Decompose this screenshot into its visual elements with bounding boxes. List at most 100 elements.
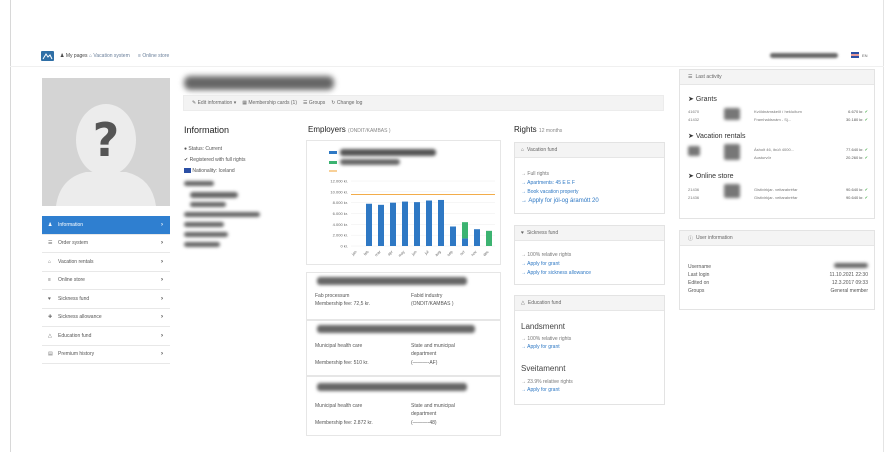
groups-label: Groups (688, 288, 705, 294)
menu-item-label: Premium history (58, 351, 95, 358)
user-menu[interactable] (770, 53, 838, 58)
svg-text:?: ? (93, 113, 120, 167)
panel-header: ⓘ User information (680, 231, 874, 246)
edited-on-label: Edited on (688, 280, 710, 286)
menu-item-vacation-rentals[interactable]: ⌂ Vacation rentals › (42, 253, 170, 272)
grant-id: 41670 (688, 109, 700, 114)
check-icon: ✔ (864, 109, 868, 114)
menu-item-order-system[interactable]: ☰ Order system › (42, 234, 170, 253)
apply-for-grant-link[interactable]: → Apply for grant (521, 261, 560, 267)
last-login-label: Last login (688, 272, 710, 278)
heart-icon: ♥ (521, 230, 524, 236)
x-tick-label: feb (363, 250, 370, 257)
check-icon: ✔ (864, 195, 868, 200)
grants-heading: ➤ Grants (688, 96, 717, 103)
landsmennt-apply-link[interactable]: → Apply for grant (521, 344, 560, 350)
grant-amount-value: 6.670 kr. (848, 109, 864, 114)
app-logo[interactable] (41, 51, 54, 61)
last-activity-panel: ☰ Last activity ➤ Grants 41670 Kvöldnámsk… (679, 69, 875, 219)
username-value (834, 263, 868, 268)
landsmennt-rights-text: → 100% relative rights (521, 336, 572, 342)
rights-period: 12 months (538, 128, 563, 134)
heart-icon: ♥ (48, 295, 51, 302)
online-store-title: Online store (695, 173, 734, 180)
y-tick-label: 10.000 kr. (330, 189, 348, 194)
x-tick-label: jun (411, 250, 418, 257)
apply-holiday-link[interactable]: → Apply for jól-og áramótt 20 (521, 198, 599, 204)
y-tick-label: 6.000 kr. (333, 211, 348, 216)
grant-description[interactable]: Framhaldsnám - Sj... (754, 117, 791, 122)
employer-card[interactable]: Fab processum Membership fee: 72,5 kr. F… (306, 272, 501, 320)
rental-amount-value: 20.260 kr. (845, 155, 864, 160)
tab-edit-information[interactable]: ✎ Edit information ▾ (192, 100, 236, 106)
list-icon: ☰ (48, 240, 53, 247)
x-tick-label: nov (471, 250, 478, 257)
panel-title: Sickness fund (526, 230, 559, 236)
home-icon: ⌂ (521, 147, 525, 153)
member-name (184, 76, 334, 90)
order-id: 21436 (688, 195, 700, 200)
rights-title: Rights (514, 125, 537, 134)
employer-name (317, 325, 475, 333)
x-tick-label: jul (423, 250, 429, 256)
language-selector[interactable]: EN (862, 53, 868, 58)
sickness-fund-panel: ♥ Sickness fund → 100% relative rights → … (514, 225, 665, 285)
tab-change-log[interactable]: ↻ Change log (331, 100, 362, 106)
avatar-silhouette-icon: ? (42, 78, 170, 206)
menu-item-online-store[interactable]: ≡ Online store › (42, 271, 170, 290)
panel-title: Vacation fund (527, 147, 558, 153)
membership-fee: Membership fee: 510 kr. (315, 360, 369, 366)
rental-description[interactable]: Austurvör (754, 155, 771, 160)
legend-swatch (329, 161, 337, 164)
language-flag-icon[interactable] (851, 52, 859, 58)
sveitamennt-apply-link[interactable]: → Apply for grant (521, 387, 560, 393)
rental-amount: 20.260 kr. ✔ (846, 155, 868, 160)
nav-my-pages[interactable]: ♟ My pages (60, 53, 88, 59)
rental-thumbnail (724, 144, 740, 160)
menu-item-sickness-fund[interactable]: ♥ Sickness fund › (42, 290, 170, 309)
profile-photo-placeholder: ? (42, 78, 170, 206)
chevron-right-icon: › (161, 314, 163, 321)
tab-groups[interactable]: ☰ Groups (303, 100, 325, 106)
nav-online-store[interactable]: ≡ Online store (138, 53, 169, 59)
groups-value: General member (830, 288, 868, 294)
employers-subtitle: (ONDIT/KAMBAS ) (348, 128, 391, 134)
menu-item-premium-history[interactable]: ▤ Premium history › (42, 345, 170, 364)
user-icon: ♟ (48, 221, 53, 228)
nav-vacation-system[interactable]: ⌂ Vacation system (89, 53, 130, 59)
apartments-link[interactable]: → Apartments: 45 E E F (521, 180, 575, 186)
tab-membership-cards[interactable]: ▦ Membership cards (1) (242, 100, 297, 106)
panel-title: User information (696, 235, 733, 241)
grant-amount: 6.670 kr. ✔ (848, 109, 868, 114)
chevron-right-icon: › (161, 332, 163, 339)
home-icon: ⌂ (48, 258, 52, 265)
mobile-phone (184, 232, 228, 237)
menu-item-information[interactable]: ♟ Information › (42, 216, 170, 235)
employer-card[interactable]: Municipal health care Membership fee: 2.… (306, 376, 501, 436)
chevron-right-icon: › (161, 295, 163, 302)
nav-vacation-system-label: Vacation system (93, 53, 130, 59)
employers-heading: Employers (ONDIT/KAMBAS ) (308, 125, 391, 134)
rental-description[interactable]: Ásholt 46, íbúð 4000... (754, 147, 794, 152)
status-line: ● Status: Current (184, 146, 222, 152)
chevron-right-icon: › (161, 221, 163, 228)
status-text: Status: Current (188, 146, 223, 152)
employer-name (317, 383, 467, 391)
address (190, 192, 238, 198)
order-description[interactable]: Gistivirkjar- veitarabréfar (754, 195, 798, 200)
employer-union-line2: department (411, 351, 437, 357)
panel-header: △ Education fund (515, 296, 664, 311)
book-vacation-property-link[interactable]: → Book vacation property (521, 189, 579, 195)
landsmennt-heading: Landsmennt (521, 322, 566, 331)
chart-bar (390, 202, 396, 246)
employer-card[interactable]: Municipal health care Membership fee: 51… (306, 320, 501, 376)
y-tick-label: 0 kr. (340, 244, 348, 249)
grant-amount-value: 30.180 kr. (845, 117, 864, 122)
menu-item-sickness-allowance[interactable]: ✚ Sickness allowance › (42, 308, 170, 327)
grant-description[interactable]: Kvöldnámskeið í hekluðum (754, 109, 802, 114)
apply-sickness-allowance-link[interactable]: → Apply for sickness allowance (521, 270, 591, 276)
employer-category: Municipal health care (315, 403, 363, 409)
order-description[interactable]: Gistivirkjar- veitarabréfar (754, 187, 798, 192)
menu-item-education-fund[interactable]: △ Education fund › (42, 327, 170, 346)
employer-category: Municipal health care (315, 343, 363, 349)
